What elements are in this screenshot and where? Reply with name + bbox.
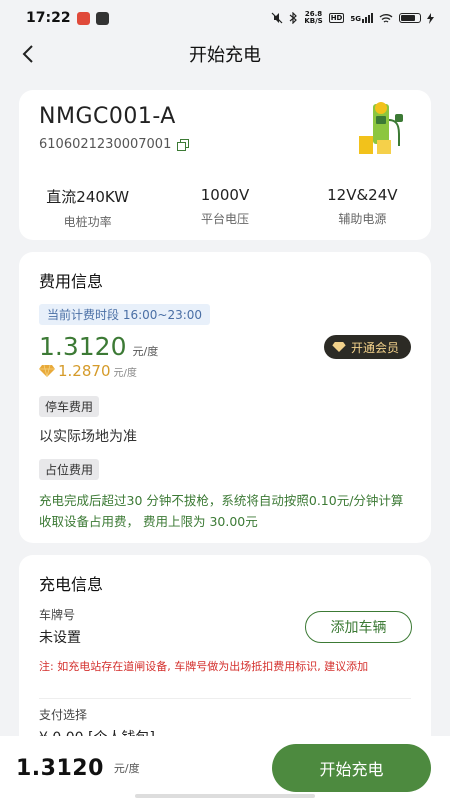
start-charging-button[interactable]: 开始充电 bbox=[272, 744, 431, 792]
member-price-value: 1.2870 bbox=[58, 362, 111, 380]
spec-power: 直流240KW 电桩功率 bbox=[19, 186, 156, 230]
chevron-left-icon bbox=[22, 45, 33, 63]
charge-info-card: 充电信息 车牌号 未设置 添加车辆 注: 如充电站存在道闸设备, 车牌号做为出场… bbox=[19, 555, 431, 755]
parking-fee-tag: 停车费用 bbox=[39, 396, 100, 417]
occupancy-fee-tag: 占位费用 bbox=[39, 459, 100, 480]
network-speed: 26.8 KB/S bbox=[304, 10, 323, 25]
divider bbox=[39, 698, 411, 699]
hd-icon: HD bbox=[328, 13, 345, 23]
price-value: 1.3120 bbox=[39, 332, 127, 361]
parking-fee-text: 以实际场地为准 bbox=[39, 429, 137, 445]
station-card: NMGC001-A 6106021230007001 直流240KW 电桩功率 … bbox=[19, 90, 431, 240]
wifi-icon bbox=[379, 13, 393, 23]
add-vehicle-button[interactable]: 添加车辆 bbox=[305, 611, 412, 643]
status-left: 17:22 bbox=[26, 10, 109, 26]
bottom-price-unit: 元/度 bbox=[113, 762, 140, 775]
diamond-icon bbox=[39, 365, 55, 377]
bottom-price: 1.3120 bbox=[16, 755, 104, 781]
bottom-bar: 1.3120 元/度 开始充电 bbox=[0, 736, 450, 800]
spec-value: 12V&24V bbox=[327, 186, 398, 204]
price-unit: 元/度 bbox=[132, 345, 159, 358]
occupancy-fee-text: 充电完成后超过30 分钟不拔枪，系统将自动按照0.10元/分钟计算收取设备占用费… bbox=[39, 493, 404, 529]
station-serial-text: 6106021230007001 bbox=[39, 137, 172, 152]
spec-aux-power: 12V&24V 辅助电源 bbox=[294, 186, 431, 230]
status-time: 17:22 bbox=[26, 10, 71, 26]
status-bar: 17:22 26.8 KB/S HD 5G bbox=[0, 0, 450, 36]
plate-value: 未设置 bbox=[39, 630, 81, 646]
mute-icon bbox=[271, 12, 283, 24]
charging-icon bbox=[427, 12, 434, 24]
app-notification-icon bbox=[76, 11, 90, 25]
payment-label: 支付选择 bbox=[39, 708, 88, 722]
charger-illustration-icon bbox=[359, 102, 403, 154]
home-indicator bbox=[135, 794, 315, 798]
signal-icon: 5G bbox=[350, 13, 373, 23]
billing-period-tag: 当前计费时段 16:00~23:00 bbox=[39, 304, 211, 325]
page-title: 开始充电 bbox=[189, 45, 261, 66]
member-price: 1.2870 元/度 bbox=[39, 362, 137, 380]
spec-label: 电桩功率 bbox=[63, 215, 112, 229]
diamond-icon bbox=[332, 342, 346, 352]
spec-value: 1000V bbox=[200, 186, 250, 204]
spec-label: 平台电压 bbox=[200, 212, 249, 226]
plate-label: 车牌号 bbox=[39, 608, 76, 622]
station-id: NMGC001-A bbox=[39, 104, 176, 129]
bluetooth-icon bbox=[289, 12, 298, 24]
copy-icon[interactable] bbox=[177, 138, 190, 151]
status-right: 26.8 KB/S HD 5G bbox=[271, 11, 434, 25]
plate-note: 注: 如充电站存在道闸设备, 车牌号做为出场抵扣费用标识, 建议添加 bbox=[39, 660, 369, 673]
fee-section-title: 费用信息 bbox=[39, 272, 104, 291]
member-price-unit: 元/度 bbox=[113, 368, 137, 379]
fee-card: 费用信息 当前计费时段 16:00~23:00 1.3120 元/度 1.287… bbox=[19, 252, 431, 543]
open-membership-label: 开通会员 bbox=[350, 340, 399, 355]
spec-voltage: 1000V 平台电压 bbox=[156, 186, 293, 230]
charge-section-title: 充电信息 bbox=[39, 575, 104, 594]
open-membership-button[interactable]: 开通会员 bbox=[323, 335, 411, 359]
station-specs: 直流240KW 电桩功率 1000V 平台电压 12V&24V 辅助电源 bbox=[19, 186, 431, 230]
app-notification-icon-2 bbox=[95, 11, 109, 25]
current-price: 1.3120 元/度 bbox=[39, 332, 158, 361]
nav-bar: 开始充电 bbox=[0, 36, 450, 72]
back-button[interactable] bbox=[14, 40, 42, 68]
spec-value: 直流240KW bbox=[46, 188, 130, 206]
station-serial: 6106021230007001 bbox=[39, 137, 190, 152]
spec-label: 辅助电源 bbox=[338, 212, 387, 226]
battery-icon bbox=[399, 13, 421, 23]
